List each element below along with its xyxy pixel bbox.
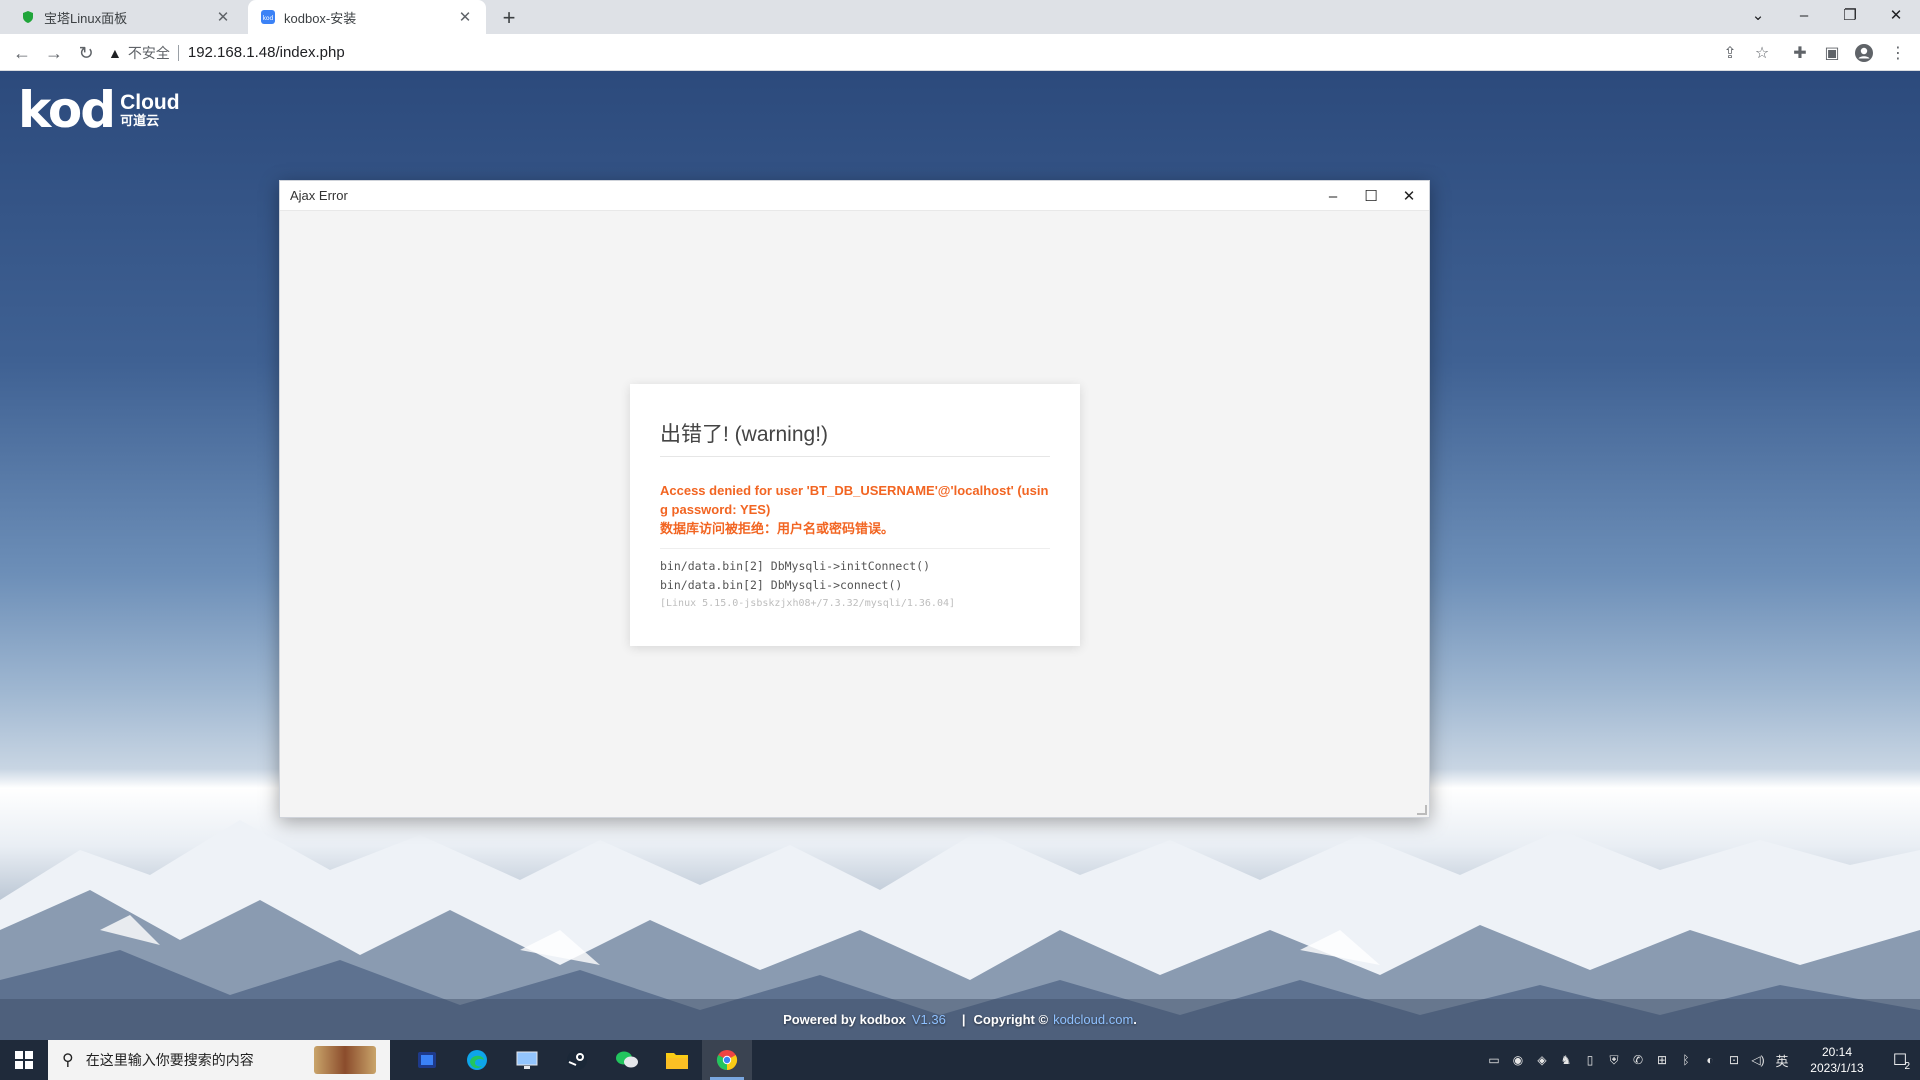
dialog-titlebar[interactable]: Ajax Error – ☐ ✕ (280, 181, 1429, 211)
dialog-maximize-button[interactable]: ☐ (1359, 185, 1383, 207)
environment-info: [Linux 5.15.0-jsbskzjxh08+/7.3.32/mysqli… (660, 598, 956, 609)
tab-baota-panel[interactable]: 宝塔Linux面板 ✕ (8, 0, 244, 34)
error-message: Access denied for user 'BT_DB_USERNAME'@… (660, 481, 1050, 538)
error-message-cn: 数据库访问被拒绝：用户名或密码错误。 (660, 521, 895, 536)
back-button[interactable]: ← (8, 39, 36, 67)
steam-icon[interactable] (552, 1040, 602, 1080)
defender-icon[interactable]: ⊞ (1650, 1040, 1674, 1080)
logo-cloud-text: Cloud (120, 91, 180, 115)
browser-tab-strip: 宝塔Linux面板 ✕ kod kodbox-安装 ✕ + ⌄ – ❐ ✕ (0, 0, 1920, 34)
system-tray: ▭ ◉ ◈ ♞ ▯ ⛨ ✆ ⊞ ᛒ ◐ ⊡ ◁) 英 20:14 2023/1/… (1482, 1040, 1920, 1080)
wechat-icon[interactable] (602, 1040, 652, 1080)
security-shield-icon[interactable]: ⛨ (1602, 1040, 1626, 1080)
windows-logo-icon (15, 1051, 33, 1069)
address-bar[interactable]: ▲ 不安全 192.168.1.48/index.php (108, 38, 1764, 67)
browser-toolbar: ← → ↻ ▲ 不安全 192.168.1.48/index.php ⇪ ☆ ✚… (0, 34, 1920, 71)
side-panel-icon[interactable]: ▣ (1818, 39, 1846, 67)
menu-kebab-icon[interactable]: ⋮ (1884, 39, 1912, 67)
forward-button[interactable]: → (40, 39, 68, 67)
input-method-indicator[interactable]: 英 (1770, 1040, 1794, 1080)
nvidia-icon[interactable]: ◐ (1698, 1040, 1722, 1080)
kodcloud-logo: kod Cloud 可道云 (18, 85, 180, 135)
clock-date: 2023/1/13 (1810, 1061, 1864, 1075)
reload-button[interactable]: ↻ (72, 39, 100, 67)
remote-desktop-icon[interactable] (502, 1040, 552, 1080)
chrome-icon[interactable] (702, 1040, 752, 1080)
search-placeholder: 在这里输入你要搜索的内容 (85, 1052, 254, 1068)
dialog-title: Ajax Error (290, 188, 348, 203)
file-explorer-icon[interactable] (652, 1040, 702, 1080)
network-icon[interactable]: ⊡ (1722, 1040, 1746, 1080)
error-card: 出错了! (warning!) Access denied for user '… (630, 384, 1080, 646)
shield-icon (20, 9, 36, 25)
url-text[interactable]: 192.168.1.48/index.php (188, 44, 345, 61)
close-icon[interactable]: ✕ (214, 8, 232, 26)
tab-search-icon[interactable]: ⌄ (1736, 0, 1780, 30)
ajax-error-dialog: Ajax Error – ☐ ✕ 出错了! (warning!) Access … (279, 180, 1430, 818)
warning-icon: ▲ (108, 44, 122, 61)
page-background: kod Cloud 可道云 Powered by kodbox V1.36 | … (0, 71, 1920, 1040)
wechat-tray-icon[interactable]: ✆ (1626, 1040, 1650, 1080)
close-window-button[interactable]: ✕ (1874, 0, 1918, 30)
error-heading: 出错了! (warning!) (660, 418, 1050, 457)
security-label: 不安全 (127, 44, 170, 61)
error-message-en: Access denied for user 'BT_DB_USERNAME'@… (660, 483, 1049, 517)
chrome-tray-icon[interactable]: ◉ (1506, 1040, 1530, 1080)
footer-dot: . (1133, 1012, 1137, 1027)
logo-cn-text: 可道云 (120, 113, 160, 129)
resize-handle[interactable] (1417, 805, 1427, 815)
app-tray-icon[interactable]: ♞ (1554, 1040, 1578, 1080)
taskbar-search-box[interactable]: ⚲ 在这里输入你要搜索的内容 (48, 1040, 390, 1080)
notification-count: 2 (1904, 1061, 1910, 1072)
kodcloud-link[interactable]: kodcloud.com (1053, 1012, 1133, 1027)
divider (177, 44, 179, 61)
notification-center-button[interactable]: ☐ 2 (1880, 1040, 1920, 1080)
tab-title: kodbox-安装 (284, 10, 357, 26)
page-footer: Powered by kodbox V1.36 | Copyright © ko… (0, 999, 1920, 1040)
close-icon[interactable]: ✕ (456, 8, 474, 26)
tab-title: 宝塔Linux面板 (44, 10, 128, 26)
trace-line: bin/data.bin[2] DbMysqli->initConnect() (660, 559, 931, 573)
dialog-minimize-button[interactable]: – (1321, 185, 1345, 207)
powered-by-text: Powered by kodbox (783, 1012, 906, 1027)
profile-avatar-icon[interactable] (1850, 39, 1878, 67)
logo-mark: kod (18, 81, 116, 139)
edge-browser-icon[interactable] (452, 1040, 502, 1080)
restore-button[interactable]: ❐ (1828, 0, 1872, 30)
trace-line: bin/data.bin[2] DbMysqli->connect() (660, 578, 903, 592)
search-highlight-image[interactable] (314, 1046, 376, 1074)
bluetooth-icon[interactable]: ᛒ (1674, 1040, 1698, 1080)
version-text: V1.36 (911, 1012, 946, 1027)
steam-tray-icon[interactable]: ◈ (1530, 1040, 1554, 1080)
stack-trace: bin/data.bin[2] DbMysqli->initConnect() … (660, 548, 1050, 612)
start-button[interactable] (0, 1040, 48, 1080)
display-icon[interactable]: ▭ (1482, 1040, 1506, 1080)
usb-icon[interactable]: ▯ (1578, 1040, 1602, 1080)
copyright-text: Copyright © (973, 1012, 1049, 1027)
dialog-close-button[interactable]: ✕ (1397, 185, 1421, 207)
search-icon: ⚲ (62, 1052, 74, 1069)
volume-icon[interactable]: ◁) (1746, 1040, 1770, 1080)
clock-time: 20:14 (1821, 1045, 1853, 1059)
svg-text:kod: kod (263, 15, 274, 22)
kod-favicon-icon: kod (260, 9, 276, 25)
share-icon[interactable]: ⇪ (1716, 39, 1744, 67)
tab-kodbox-install[interactable]: kod kodbox-安装 ✕ (248, 0, 486, 34)
new-tab-button[interactable]: + (496, 5, 522, 31)
extensions-icon[interactable]: ✚ (1786, 39, 1814, 67)
bookmark-star-icon[interactable]: ☆ (1748, 39, 1776, 67)
windows-taskbar: ⚲ 在这里输入你要搜索的内容 ▭ ◉ ◈ ♞ ▯ ⛨ ✆ ⊞ ᛒ ◐ ⊡ ◁) … (0, 1040, 1920, 1080)
task-view-icon[interactable] (402, 1040, 452, 1080)
minimize-button[interactable]: – (1782, 0, 1826, 30)
clock[interactable]: 20:14 2023/1/13 (1794, 1044, 1880, 1076)
footer-separator: | (961, 1012, 966, 1027)
